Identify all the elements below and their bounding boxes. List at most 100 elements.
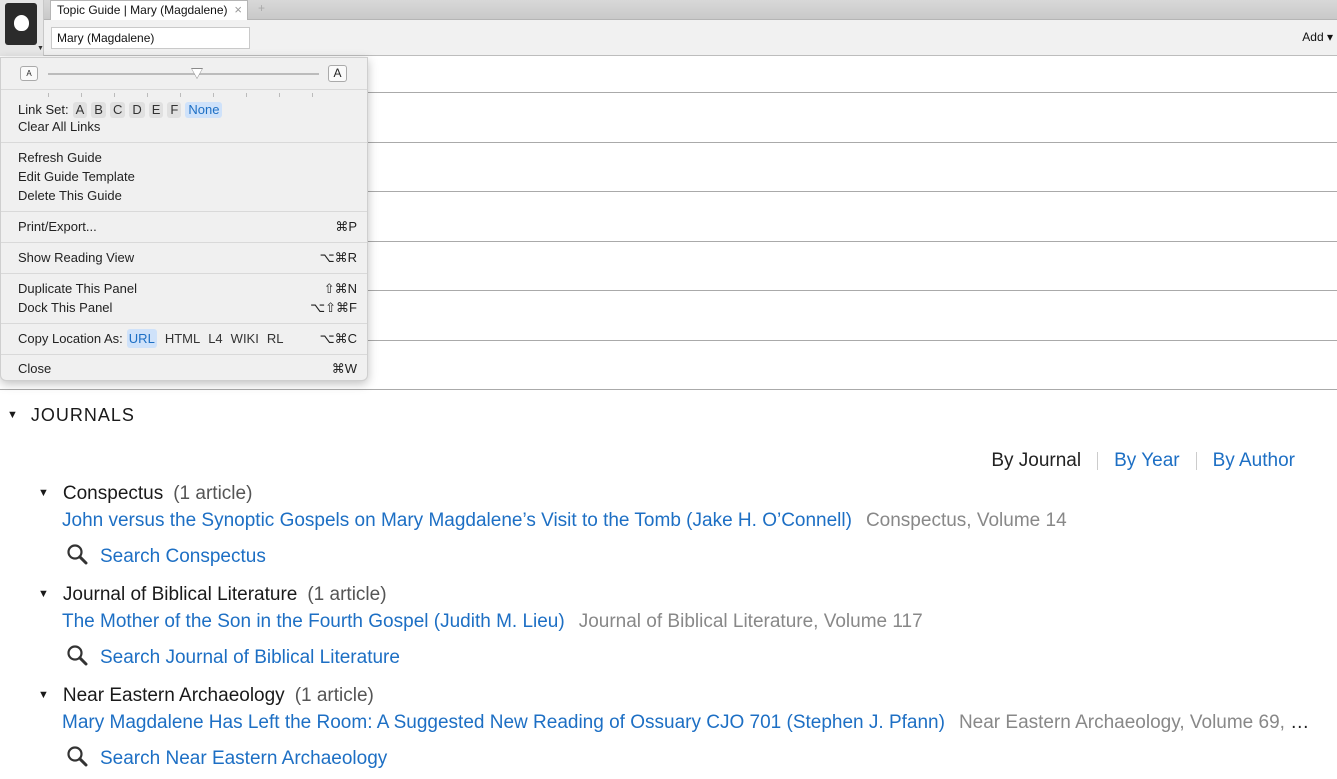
shortcut: ⌥⌘R — [319, 250, 357, 265]
menu-item-label: Refresh Guide — [18, 150, 102, 165]
chevron-down-icon: ▼ — [37, 45, 44, 52]
menu-item-reading-view[interactable]: Show Reading View ⌥⌘R — [18, 248, 357, 267]
menu-item-close[interactable]: Close ⌘W — [18, 359, 357, 378]
new-tab-icon[interactable]: + — [258, 1, 265, 15]
article-count: (1 article) — [307, 584, 387, 605]
increase-font-button[interactable]: A — [328, 65, 347, 82]
search-label: Search Near Eastern Archaeology — [100, 748, 388, 769]
journal-name: Near Eastern Archaeology — [62, 685, 285, 706]
tab-title: Topic Guide | Mary (Magdalene) — [57, 3, 228, 17]
menu-item-edit-template[interactable]: Edit Guide Template — [18, 167, 357, 186]
app-menu-button[interactable]: ▼ — [0, 0, 44, 56]
close-group: Close ⌘W — [1, 355, 367, 382]
link-set-label: Link Set: — [18, 102, 69, 117]
font-size-track[interactable] — [48, 73, 319, 97]
topic-search-input[interactable]: Mary (Magdalene) — [51, 27, 250, 49]
article-source: Near Eastern Archaeology, Volume 69, N… — [958, 712, 1312, 733]
article-row: The Mother of the Son in the Fourth Gosp… — [62, 611, 1312, 633]
search-icon — [67, 645, 88, 666]
disclosure-triangle-icon: ▼ — [38, 689, 49, 701]
shortcut: ⌥⇧⌘F — [310, 300, 357, 315]
copy-format-html[interactable]: HTML — [165, 329, 200, 348]
disclosure-triangle-icon: ▼ — [7, 409, 19, 421]
search-journal-link[interactable]: Search Conspectus — [66, 543, 266, 568]
font-size-thumb[interactable] — [191, 68, 203, 79]
shortcut: ⌘P — [335, 219, 357, 234]
shortcut: ⌘W — [331, 361, 357, 376]
sort-options: By Journal By Year By Author — [991, 450, 1295, 472]
journal-name: Journal of Biblical Literature — [62, 584, 298, 605]
article-link[interactable]: Mary Magdalene Has Left the Room: A Sugg… — [62, 712, 945, 733]
article-row: Mary Magdalene Has Left the Room: A Sugg… — [62, 712, 1312, 734]
journal-title-row[interactable]: ▼ Journal of Biblical Literature (1 articl… — [38, 584, 387, 606]
article-source: Conspectus, Volume 14 — [865, 510, 1067, 531]
search-journal-link[interactable]: Search Near Eastern Archaeology — [66, 745, 387, 770]
journal-name: Conspectus — [62, 483, 164, 504]
menu-item-copy-location: Copy Location As: URL HTML L4 WIKI RL ⌥⌘C — [18, 329, 357, 348]
copy-format-url[interactable]: URL — [126, 329, 157, 348]
journals-section-header[interactable]: ▼ JOURNALS — [7, 405, 135, 426]
menu-item-label: Dock This Panel — [18, 300, 113, 315]
link-set-option-a[interactable]: A — [72, 102, 88, 118]
add-button[interactable]: Add ▾ — [1302, 30, 1333, 44]
sort-by-journal[interactable]: By Journal — [991, 450, 1081, 472]
reading-view-group: Show Reading View ⌥⌘R — [1, 243, 367, 274]
menu-item-duplicate-panel[interactable]: Duplicate This Panel ⇧⌘N — [18, 279, 357, 298]
menu-item-refresh-guide[interactable]: Refresh Guide — [18, 148, 357, 167]
print-group: Print/Export... ⌘P — [1, 212, 367, 243]
sort-by-year[interactable]: By Year — [1114, 450, 1180, 472]
link-set-option-none[interactable]: None — [185, 102, 223, 118]
disclosure-triangle-icon: ▼ — [38, 588, 49, 600]
panel-menu: A A Link Set: A B C D E F None Clear All Links … — [0, 57, 368, 381]
copy-format-rl[interactable]: RL — [267, 329, 284, 348]
copy-format-wiki[interactable]: WIKI — [231, 329, 259, 348]
journal-title-row[interactable]: ▼ Conspectus (1 article) — [38, 483, 252, 505]
tab-topic-guide[interactable]: Topic Guide | Mary (Magdalene) × — [50, 0, 248, 21]
link-set-option-f[interactable]: F — [167, 102, 182, 118]
menu-item-label: Edit Guide Template — [18, 169, 135, 184]
article-row: John versus the Synoptic Gospels on Mary… — [62, 510, 1312, 532]
link-set-option-b[interactable]: B — [91, 102, 106, 118]
menu-item-delete-guide[interactable]: Delete This Guide — [18, 186, 357, 205]
search-label: Search Conspectus — [100, 546, 266, 567]
menu-item-label: Delete This Guide — [18, 188, 122, 203]
menu-item-dock-panel[interactable]: Dock This Panel ⌥⇧⌘F — [18, 298, 357, 317]
font-size-slider: A A — [1, 58, 367, 97]
panel-group: Duplicate This Panel ⇧⌘N Dock This Panel ⌥… — [1, 274, 367, 324]
section-title: JOURNALS — [30, 405, 135, 425]
menu-item-label: Show Reading View — [18, 250, 135, 265]
menu-item-label: Close — [18, 361, 52, 376]
link-set-option-e[interactable]: E — [148, 102, 164, 118]
search-icon — [67, 544, 88, 565]
panel-toolbar: Mary (Magdalene) Add ▾ — [0, 20, 1337, 56]
menu-item-label: Print/Export... — [18, 219, 97, 234]
copy-format-l4[interactable]: L4 — [208, 329, 222, 348]
article-count: (1 article) — [294, 685, 374, 706]
copy-location-label: Copy Location As: — [18, 331, 123, 346]
link-set-option-c[interactable]: C — [109, 102, 126, 118]
divider — [1097, 452, 1099, 470]
copy-location-group: Copy Location As: URL HTML L4 WIKI RL ⌥⌘C — [1, 324, 367, 355]
journal-title-row[interactable]: ▼ Near Eastern Archaeology (1 article) — [38, 685, 374, 707]
shortcut: ⇧⌘N — [323, 281, 357, 296]
sort-by-author[interactable]: By Author — [1213, 450, 1295, 472]
decrease-font-button[interactable]: A — [20, 66, 38, 81]
link-set-option-d[interactable]: D — [129, 102, 145, 118]
menu-item-print-export[interactable]: Print/Export... ⌘P — [18, 217, 357, 236]
search-journal-link[interactable]: Search Journal of Biblical Literature — [66, 644, 400, 669]
logos-logo-icon — [5, 3, 37, 45]
close-icon[interactable]: × — [234, 2, 242, 18]
guide-actions-group: Refresh Guide Edit Guide Template Delete… — [1, 143, 367, 212]
article-link[interactable]: John versus the Synoptic Gospels on Mary… — [62, 510, 852, 531]
menu-item-label: Clear All Links — [18, 119, 101, 134]
search-icon — [67, 746, 88, 767]
article-link[interactable]: The Mother of the Son in the Fourth Gosp… — [62, 611, 565, 632]
menu-item-label: Duplicate This Panel — [18, 281, 137, 296]
disclosure-triangle-icon: ▼ — [38, 487, 49, 499]
link-set-group: Link Set: A B C D E F None Clear All Links — [1, 90, 367, 143]
menu-item-clear-links[interactable]: Clear All Links — [18, 117, 357, 136]
search-label: Search Journal of Biblical Literature — [100, 647, 400, 668]
article-count: (1 article) — [173, 483, 253, 504]
section-divider — [0, 389, 1337, 390]
divider — [1195, 452, 1197, 470]
